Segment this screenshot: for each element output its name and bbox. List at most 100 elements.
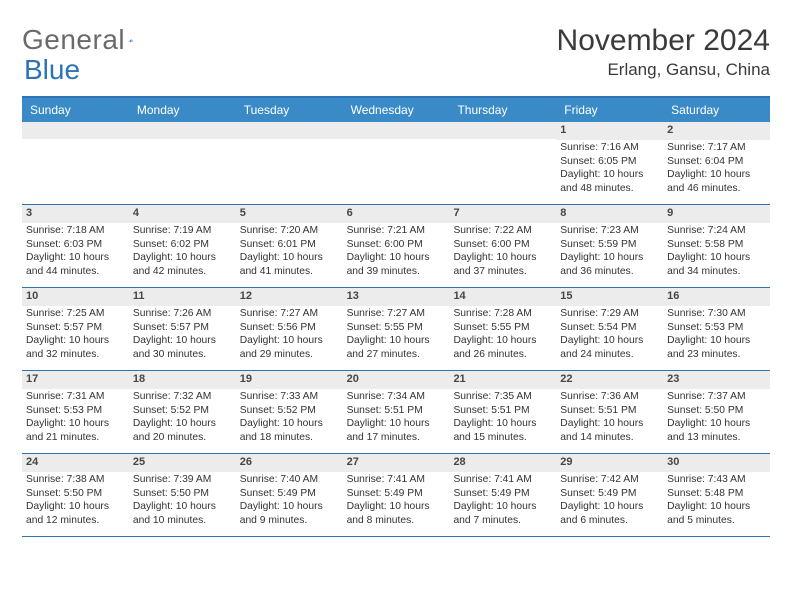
calendar-day: 22 Sunrise: 7:36 AMSunset: 5:51 PMDayligh… [556, 371, 663, 453]
day-number: 8 [556, 205, 663, 223]
daylight-text: Daylight: 10 hours [347, 252, 446, 265]
sunrise-text: Sunrise: 7:23 AM [560, 225, 659, 238]
calendar-day [129, 122, 236, 204]
day-number: 2 [663, 122, 770, 140]
calendar-day [449, 122, 556, 204]
sunset-text: Sunset: 5:49 PM [347, 488, 446, 501]
day-sun-info: Sunrise: 7:20 AMSunset: 6:01 PMDaylight:… [240, 225, 339, 279]
day-number: 20 [343, 371, 450, 389]
sunset-text: Sunset: 5:50 PM [667, 405, 766, 418]
sunset-text: Sunset: 6:05 PM [560, 156, 659, 169]
daylight-text: and 20 minutes. [133, 432, 232, 445]
sunset-text: Sunset: 6:00 PM [347, 239, 446, 252]
day-number [129, 122, 236, 139]
day-number [236, 122, 343, 139]
day-number: 17 [22, 371, 129, 389]
day-sun-info: Sunrise: 7:21 AMSunset: 6:00 PMDaylight:… [347, 225, 446, 279]
day-number: 14 [449, 288, 556, 306]
daylight-text: and 18 minutes. [240, 432, 339, 445]
sunset-text: Sunset: 5:53 PM [26, 405, 125, 418]
daylight-text: Daylight: 10 hours [560, 169, 659, 182]
weekday-header: Wednesday [343, 98, 450, 122]
calendar-day: 2Sunrise: 7:17 AMSunset: 6:04 PMDaylight… [663, 122, 770, 204]
calendar-day: 9Sunrise: 7:24 AMSunset: 5:58 PMDaylight… [663, 205, 770, 287]
sunset-text: Sunset: 5:51 PM [453, 405, 552, 418]
location-subtitle: Erlang, Gansu, China [557, 60, 770, 80]
day-sun-info: Sunrise: 7:28 AMSunset: 5:55 PMDaylight:… [453, 308, 552, 362]
calendar-day: 14 Sunrise: 7:28 AMSunset: 5:55 PMDayligh… [449, 288, 556, 370]
daylight-text: Daylight: 10 hours [133, 335, 232, 348]
day-sun-info: Sunrise: 7:24 AMSunset: 5:58 PMDaylight:… [667, 225, 766, 279]
calendar-day: 4Sunrise: 7:19 AMSunset: 6:02 PMDaylight… [129, 205, 236, 287]
calendar-day: 23Sunrise: 7:37 AMSunset: 5:50 PMDayligh… [663, 371, 770, 453]
calendar-day: 15Sunrise: 7:29 AMSunset: 5:54 PMDayligh… [556, 288, 663, 370]
day-sun-info: Sunrise: 7:41 AMSunset: 5:49 PMDaylight:… [347, 474, 446, 528]
day-sun-info: Sunrise: 7:36 AMSunset: 5:51 PMDaylight:… [560, 391, 659, 445]
day-sun-info: Sunrise: 7:31 AMSunset: 5:53 PMDaylight:… [26, 391, 125, 445]
day-number: 4 [129, 205, 236, 223]
brand-part2: Blue [24, 54, 80, 85]
brand-part1: General [22, 24, 125, 56]
day-number: 15 [556, 288, 663, 306]
daylight-text: and 44 minutes. [26, 266, 125, 279]
daylight-text: and 26 minutes. [453, 349, 552, 362]
sunset-text: Sunset: 5:55 PM [347, 322, 446, 335]
sunset-text: Sunset: 5:57 PM [26, 322, 125, 335]
daylight-text: Daylight: 10 hours [240, 418, 339, 431]
daylight-text: Daylight: 10 hours [453, 252, 552, 265]
sunset-text: Sunset: 5:51 PM [347, 405, 446, 418]
daylight-text: and 41 minutes. [240, 266, 339, 279]
calendar-day: 25Sunrise: 7:39 AMSunset: 5:50 PMDayligh… [129, 454, 236, 536]
calendar-day: 6Sunrise: 7:21 AMSunset: 6:00 PMDaylight… [343, 205, 450, 287]
sunrise-text: Sunrise: 7:41 AM [347, 474, 446, 487]
calendar-day: 3 Sunrise: 7:18 AMSunset: 6:03 PMDaylight… [22, 205, 129, 287]
calendar-day: 26Sunrise: 7:40 AMSunset: 5:49 PMDayligh… [236, 454, 343, 536]
daylight-text: and 8 minutes. [347, 515, 446, 528]
brand-triangle-icon [129, 30, 134, 50]
daylight-text: and 39 minutes. [347, 266, 446, 279]
calendar-day: 28Sunrise: 7:41 AMSunset: 5:49 PMDayligh… [449, 454, 556, 536]
sunrise-text: Sunrise: 7:25 AM [26, 308, 125, 321]
day-sun-info: Sunrise: 7:18 AMSunset: 6:03 PMDaylight:… [26, 225, 125, 279]
sunrise-text: Sunrise: 7:41 AM [453, 474, 552, 487]
daylight-text: and 15 minutes. [453, 432, 552, 445]
day-number: 29 [556, 454, 663, 472]
daylight-text: and 7 minutes. [453, 515, 552, 528]
sunrise-text: Sunrise: 7:43 AM [667, 474, 766, 487]
calendar-day: 1Sunrise: 7:16 AMSunset: 6:05 PMDaylight… [556, 122, 663, 204]
day-number: 3 [22, 205, 129, 223]
sunrise-text: Sunrise: 7:37 AM [667, 391, 766, 404]
sunset-text: Sunset: 6:01 PM [240, 239, 339, 252]
daylight-text: Daylight: 10 hours [347, 335, 446, 348]
daylight-text: and 17 minutes. [347, 432, 446, 445]
day-number: 12 [236, 288, 343, 306]
daylight-text: Daylight: 10 hours [347, 418, 446, 431]
daylight-text: Daylight: 10 hours [240, 335, 339, 348]
day-number [343, 122, 450, 139]
sunset-text: Sunset: 5:48 PM [667, 488, 766, 501]
day-number: 22 [556, 371, 663, 389]
calendar-day: 27Sunrise: 7:41 AMSunset: 5:49 PMDayligh… [343, 454, 450, 536]
day-sun-info: Sunrise: 7:33 AMSunset: 5:52 PMDaylight:… [240, 391, 339, 445]
calendar-week: 1Sunrise: 7:16 AMSunset: 6:05 PMDaylight… [22, 122, 770, 205]
sunrise-text: Sunrise: 7:32 AM [133, 391, 232, 404]
calendar-day: 5Sunrise: 7:20 AMSunset: 6:01 PMDaylight… [236, 205, 343, 287]
sunset-text: Sunset: 6:03 PM [26, 239, 125, 252]
day-number: 10 [22, 288, 129, 306]
calendar-day [22, 122, 129, 204]
calendar-day: 12Sunrise: 7:27 AMSunset: 5:56 PMDayligh… [236, 288, 343, 370]
sunrise-text: Sunrise: 7:27 AM [240, 308, 339, 321]
day-number: 25 [129, 454, 236, 472]
calendar-day: 29Sunrise: 7:42 AMSunset: 5:49 PMDayligh… [556, 454, 663, 536]
daylight-text: Daylight: 10 hours [133, 418, 232, 431]
daylight-text: Daylight: 10 hours [667, 169, 766, 182]
day-number: 7 [449, 205, 556, 223]
sunrise-text: Sunrise: 7:34 AM [347, 391, 446, 404]
day-sun-info: Sunrise: 7:22 AMSunset: 6:00 PMDaylight:… [453, 225, 552, 279]
daylight-text: Daylight: 10 hours [560, 501, 659, 514]
sunset-text: Sunset: 5:49 PM [240, 488, 339, 501]
daylight-text: Daylight: 10 hours [26, 252, 125, 265]
sunrise-text: Sunrise: 7:35 AM [453, 391, 552, 404]
day-number: 16 [663, 288, 770, 306]
sunrise-text: Sunrise: 7:26 AM [133, 308, 232, 321]
